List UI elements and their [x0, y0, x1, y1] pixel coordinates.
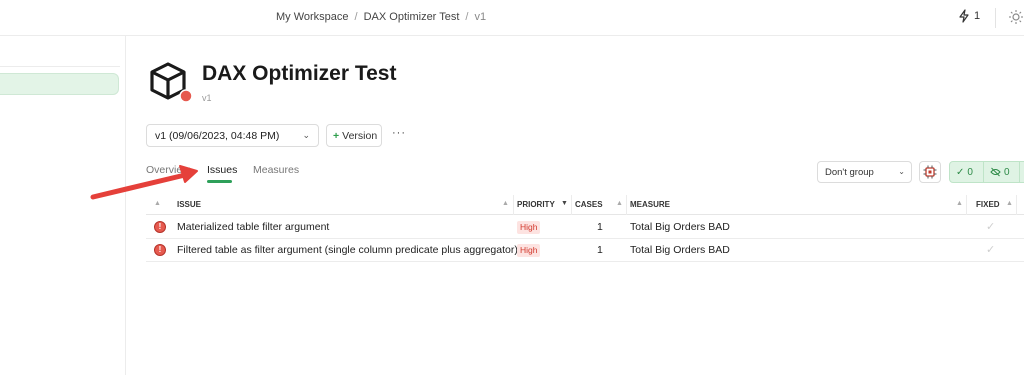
status-dot [179, 89, 193, 103]
issue-alert-icon: ! [154, 244, 166, 256]
breadcrumb-workspace[interactable]: My Workspace [276, 11, 349, 23]
column-divider [966, 195, 967, 215]
sun-icon [1009, 10, 1023, 24]
passed-counter[interactable]: ✓ 0 [950, 162, 984, 182]
table-row[interactable]: ! Materialized table filter argument Hig… [146, 216, 1024, 239]
breadcrumb-separator: / [465, 11, 469, 23]
bolt-icon [959, 9, 969, 23]
priority-badge: High [517, 221, 541, 234]
sort-icon[interactable]: ▲ [502, 200, 509, 207]
sidebar-divider [0, 66, 120, 67]
measure-name[interactable]: Total Big Orders BAD [630, 244, 730, 256]
issue-alert-icon: ! [154, 221, 166, 233]
fixed-check-icon[interactable]: ✓ [986, 220, 995, 233]
chevron-down-icon: ⌄ [302, 130, 310, 140]
analyze-button[interactable] [919, 161, 941, 183]
column-priority[interactable]: PRIORITY [517, 200, 555, 209]
breadcrumb-model[interactable]: DAX Optimizer Test [364, 11, 460, 23]
column-measure[interactable]: MEASURE [630, 200, 670, 209]
cases-count: 1 [597, 244, 603, 256]
sidebar [0, 36, 126, 375]
sort-icon[interactable]: ▲ [154, 200, 161, 207]
column-cases[interactable]: CASES [575, 200, 603, 209]
model-cube-icon [148, 60, 194, 111]
priority-badge: High [517, 244, 541, 257]
column-issue[interactable]: ISSUE [177, 200, 201, 209]
version-select[interactable]: v1 (09/06/2023, 04:48 PM) ⌄ [146, 124, 319, 147]
measure-name[interactable]: Total Big Orders BAD [630, 221, 730, 233]
issue-name[interactable]: Materialized table filter argument [177, 221, 329, 233]
cases-count: 1 [597, 221, 603, 233]
sort-desc-icon[interactable]: ▼ [561, 200, 568, 207]
table-row[interactable]: ! Filtered table as filter argument (sin… [146, 239, 1024, 262]
issue-name[interactable]: Filtered table as filter argument (singl… [177, 244, 518, 256]
plus-icon: + [333, 130, 340, 142]
group-by-select[interactable]: Don't group ⌄ [817, 161, 912, 183]
breadcrumb-version: v1 [474, 11, 487, 23]
breadcrumb-separator: / [354, 11, 358, 23]
status-counters: ✓ 0 0 [949, 161, 1024, 183]
column-divider [626, 195, 627, 215]
tab-issues[interactable]: Issues [207, 164, 237, 176]
top-bar: My Workspace / DAX Optimizer Test / v1 1 [0, 0, 1024, 36]
issues-table-header: ▲ ISSUE ▲ PRIORITY ▼ CASES ▲ MEASURE ▲ F… [146, 195, 1024, 215]
tab-measures[interactable]: Measures [253, 164, 299, 176]
sort-icon[interactable]: ▲ [956, 200, 963, 207]
column-fixed[interactable]: FIXED [976, 200, 1000, 209]
add-version-button[interactable]: + Version [326, 124, 382, 147]
hidden-count: 0 [1004, 166, 1010, 178]
passed-count: 0 [967, 166, 973, 178]
version-select-value: v1 (09/06/2023, 04:48 PM) [155, 130, 280, 142]
column-divider [571, 195, 572, 215]
credits-count: 1 [974, 10, 981, 22]
chevron-down-icon: ⌄ [898, 167, 905, 176]
add-version-label: Version [342, 130, 378, 142]
topbar-divider [995, 8, 996, 28]
sidebar-item-selected[interactable] [0, 73, 119, 95]
check-icon: ✓ [956, 166, 965, 178]
page-title: DAX Optimizer Test [202, 62, 397, 85]
eye-off-icon [990, 167, 1001, 177]
sort-icon[interactable]: ▲ [616, 200, 623, 207]
hidden-counter[interactable]: 0 [984, 162, 1020, 182]
fixed-check-icon[interactable]: ✓ [986, 243, 995, 256]
chip-icon [923, 165, 937, 179]
more-options-button[interactable]: ··· [392, 127, 406, 139]
theme-toggle-button[interactable] [1008, 9, 1024, 30]
credits-button[interactable]: 1 [958, 9, 980, 23]
sort-icon[interactable]: ▲ [1006, 200, 1013, 207]
active-tab-indicator [207, 180, 232, 183]
column-divider [513, 195, 514, 215]
breadcrumb: My Workspace / DAX Optimizer Test / v1 [276, 11, 486, 23]
page-subtitle-version: v1 [202, 93, 212, 103]
column-divider [1016, 195, 1017, 215]
group-by-value: Don't group [825, 167, 874, 178]
